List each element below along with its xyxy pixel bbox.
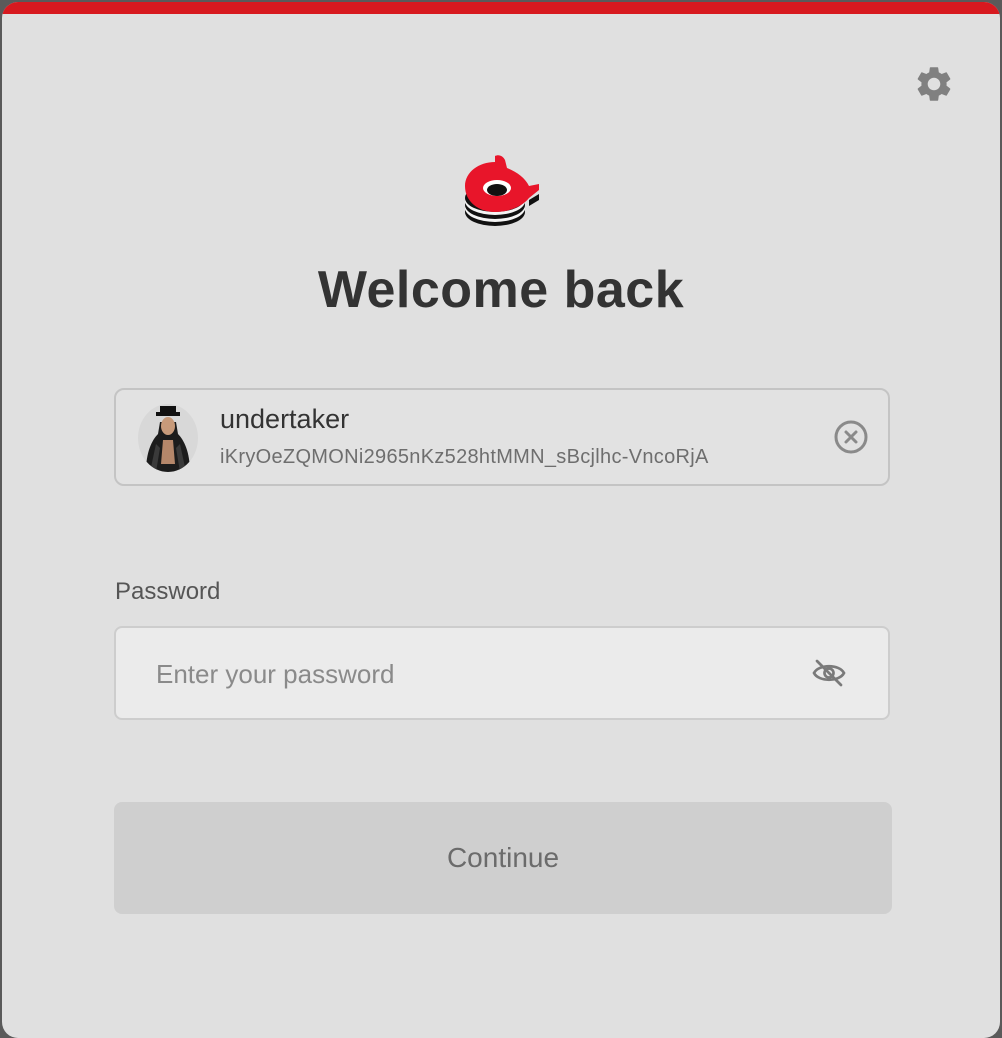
settings-button[interactable] (910, 60, 958, 108)
password-label: Password (115, 578, 221, 605)
close-circle-icon (834, 420, 868, 454)
eye-off-icon (812, 659, 846, 687)
selected-account-card[interactable]: undertaker iKryOeZQMONi2965nKz528htMMN_s… (114, 388, 890, 486)
app-logo-icon (459, 154, 543, 234)
toggle-password-visibility-button[interactable] (810, 654, 848, 692)
clear-account-button[interactable] (832, 418, 870, 456)
page-title: Welcome back (317, 261, 685, 319)
account-public-key: iKryOeZQMONi2965nKz528htMMN_sBcjlhc-Vnco… (220, 446, 709, 468)
accent-bar (2, 2, 1000, 14)
continue-button[interactable]: Continue (114, 802, 892, 914)
password-input[interactable] (154, 628, 798, 720)
gear-icon (917, 67, 951, 101)
password-field (114, 626, 890, 720)
avatar (138, 404, 198, 472)
account-name: undertaker (220, 404, 350, 434)
login-window: Welcome back undertaker iKryOeZQMONi2965… (2, 2, 1000, 1038)
